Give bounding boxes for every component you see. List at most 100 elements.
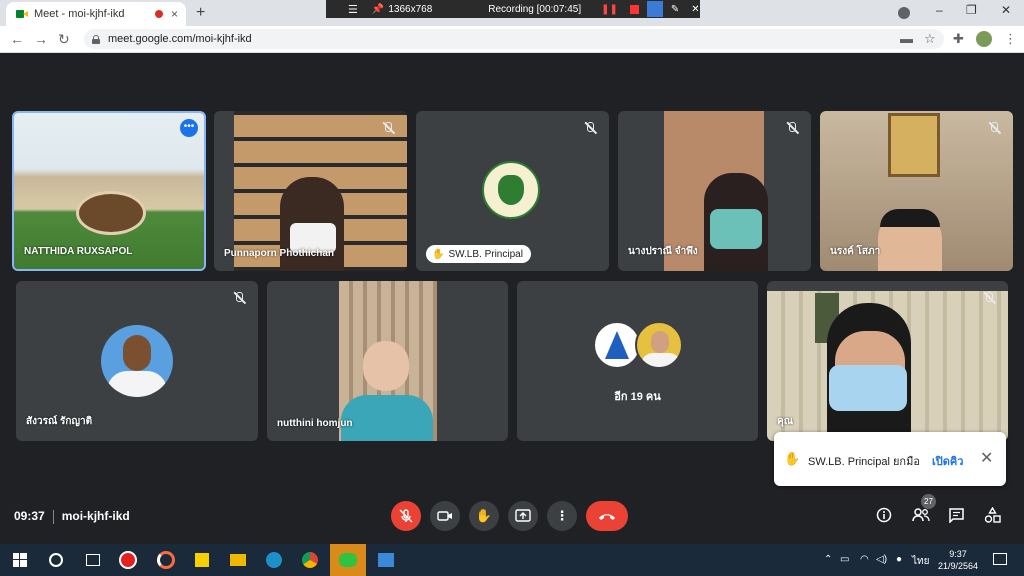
minimize-button[interactable]: –: [936, 3, 943, 17]
wall-portrait: [888, 113, 940, 177]
search-icon[interactable]: [46, 550, 66, 570]
bookmark-star-icon[interactable]: ☆: [924, 31, 936, 47]
recorder-pin-icon[interactable]: 📌: [372, 4, 384, 15]
wifi-icon[interactable]: ◠: [860, 554, 869, 565]
recorder-resolution: 1366x768: [388, 3, 433, 15]
profile-avatar[interactable]: [976, 31, 992, 47]
tile-options-button[interactable]: •••: [180, 119, 198, 137]
participant-tile[interactable]: สังวรณ์ รักญาติ: [16, 281, 258, 441]
mic-toggle-button[interactable]: [391, 501, 421, 531]
present-button[interactable]: [508, 501, 538, 531]
file-explorer-icon[interactable]: [228, 550, 248, 570]
participant-tile[interactable]: ✋ SW.LB. Principal: [416, 111, 609, 271]
table-plant-decor: [76, 191, 146, 235]
activities-button[interactable]: [984, 506, 1001, 528]
edge-browser-icon[interactable]: [264, 550, 284, 570]
end-call-button[interactable]: [586, 501, 628, 531]
participant-name: nutthini homjun: [277, 418, 353, 429]
line-app-icon[interactable]: [330, 544, 366, 576]
meet-favicon-icon: [16, 8, 28, 20]
participant-tile[interactable]: Punnaporn Phothichan: [214, 111, 407, 271]
browser-tab[interactable]: Meet - moi-kjhf-ikd ×: [6, 2, 186, 26]
forward-button[interactable]: →: [34, 31, 48, 47]
raise-hand-button[interactable]: ✋: [469, 501, 499, 531]
recorder-stop-icon[interactable]: [629, 4, 639, 14]
profile-menu-icon[interactable]: [898, 7, 910, 19]
microphone-icon[interactable]: ●: [896, 554, 902, 565]
recorder-status: Recording [00:07:45]: [488, 3, 582, 15]
recorder-pause-icon[interactable]: ❚❚: [601, 4, 618, 15]
reload-button[interactable]: ↻: [58, 31, 70, 48]
sticky-notes-icon[interactable]: [192, 550, 212, 570]
input-language[interactable]: ไทย: [912, 554, 929, 569]
notifications-icon[interactable]: [992, 552, 1012, 572]
lock-icon: [92, 34, 100, 44]
participant-tile[interactable]: คุณ: [767, 281, 1008, 441]
notification-message: SW.LB. Principal ยกมือ: [808, 456, 920, 468]
taskbar-clock[interactable]: 9:37 21/9/2564: [938, 548, 978, 572]
participant-tile[interactable]: nutthini homjun: [267, 281, 508, 441]
back-button[interactable]: ←: [10, 31, 24, 47]
recorder-camera-icon[interactable]: [646, 1, 663, 17]
participant-tile[interactable]: นางปราณี จำพึง: [618, 111, 811, 271]
tray-expand-icon[interactable]: ⌃: [824, 554, 832, 565]
close-window-button[interactable]: ✕: [1001, 3, 1011, 17]
recorder-pen-icon[interactable]: ✎: [671, 4, 679, 15]
avatar-face: [651, 331, 669, 353]
mic-off-icon: [232, 291, 246, 305]
extensions-icon[interactable]: ✚: [953, 31, 964, 47]
participant-name: นางปราณี จำพึง: [628, 246, 698, 257]
raised-hand-notification: ✋ SW.LB. Principal ยกมือ เปิดคิว ✕: [774, 432, 1006, 486]
participant-tile[interactable]: ••• NATTHIDA RUXSAPOL: [12, 111, 206, 271]
avatar-uniform: [107, 371, 167, 397]
recorder-menu-icon[interactable]: ☰: [348, 3, 358, 16]
more-options-button[interactable]: ⋮: [547, 501, 577, 531]
browser-menu-icon[interactable]: ⋮: [1004, 31, 1017, 47]
camera-indicator-icon[interactable]: ▬: [900, 31, 913, 46]
activities-icon: [984, 506, 1001, 523]
meeting-details-button[interactable]: [876, 507, 892, 527]
task-view-icon[interactable]: [82, 550, 102, 570]
participant-name: NATTHIDA RUXSAPOL: [24, 246, 133, 257]
meeting-info: 09:37 moi-kjhf-ikd: [14, 509, 130, 524]
participant-tile[interactable]: นรงค์ โสภา: [820, 111, 1013, 271]
school-emblem: [498, 175, 524, 205]
camera-toggle-button[interactable]: [430, 501, 460, 531]
participant-name: สังวรณ์ รักญาติ: [26, 416, 93, 427]
face-mask: [829, 365, 907, 411]
recorder-close-icon[interactable]: ✕: [691, 4, 699, 15]
recorder-app-icon[interactable]: [118, 550, 138, 570]
mic-off-icon: [987, 121, 1001, 135]
more-vert-icon: ⋮: [555, 508, 569, 523]
chat-button[interactable]: [948, 507, 965, 527]
chat-icon: [949, 508, 964, 524]
open-queue-button[interactable]: เปิดคิว: [932, 452, 963, 470]
new-tab-button[interactable]: +: [196, 4, 205, 22]
participant-tile[interactable]: อีก 19 คน: [517, 281, 758, 441]
url-field[interactable]: meet.google.com/moi-kjhf-ikd: [84, 29, 944, 49]
avatar-face: [123, 335, 151, 371]
present-icon: [515, 509, 531, 522]
meeting-code: moi-kjhf-ikd: [61, 509, 130, 523]
app-ring-icon[interactable]: [156, 550, 176, 570]
logo-shape: [605, 331, 629, 359]
chrome-browser-icon[interactable]: [300, 550, 320, 570]
speaker-icon[interactable]: ◁): [876, 554, 887, 565]
close-notification-button[interactable]: ✕: [980, 448, 993, 468]
recording-dot-icon: [154, 10, 163, 18]
tab-close-button[interactable]: ×: [171, 7, 178, 21]
photos-app-icon[interactable]: [376, 550, 396, 570]
people-button[interactable]: [912, 507, 930, 527]
participant-name: คุณ: [777, 416, 793, 427]
hang-up-icon: [599, 514, 615, 520]
raised-hand-icon: ✋: [432, 248, 445, 260]
camera-icon: [437, 511, 452, 521]
windows-start-icon[interactable]: [10, 550, 30, 570]
maximize-button[interactable]: ❐: [966, 3, 977, 17]
clock-time: 9:37: [949, 549, 967, 559]
mic-off-icon: [982, 291, 996, 305]
mic-off-icon: [785, 121, 799, 135]
raised-hand-icon: ✋: [784, 451, 801, 466]
raise-hand-icon: ✋: [475, 508, 493, 523]
tray-app-icon[interactable]: ▭: [840, 554, 849, 565]
